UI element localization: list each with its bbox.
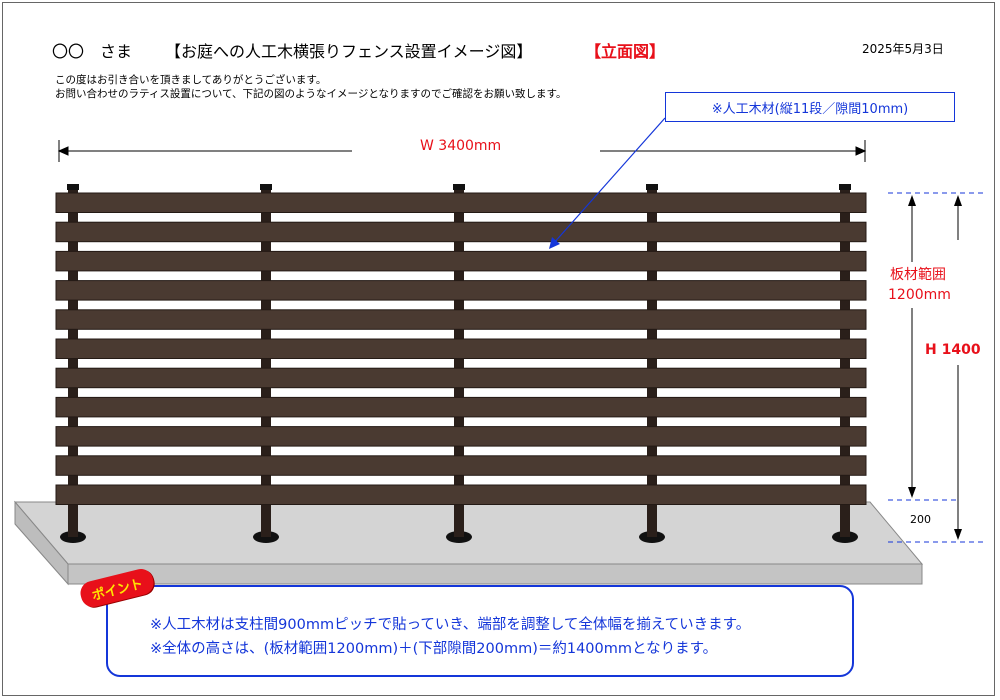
- width-label: W 3400mm: [420, 138, 502, 154]
- concrete-slab-front: [67, 563, 923, 585]
- material-note: ※人工木材(縦11段／隙間10mm): [711, 101, 909, 117]
- fence-board: [55, 396, 867, 418]
- point-line-1: ※人工木材は支柱間900mmピッチで貼っていき、端部を調整して全体幅を揃えていき…: [150, 617, 751, 633]
- post-cap: [67, 184, 79, 190]
- board-range-title: 板材範囲: [890, 267, 946, 283]
- date-label: 2025年5月3日: [862, 42, 944, 56]
- point-line-2: ※全体の高さは、(板材範囲1200mm)＋(下部隙間200mm)＝約1400mm…: [150, 641, 718, 657]
- post-cap: [453, 184, 465, 190]
- fence-board: [55, 455, 867, 476]
- post-cap: [260, 184, 272, 190]
- page-title: 【お庭への人工木横張りフェンス設置イメージ図】: [165, 42, 533, 61]
- fence-boards: [55, 192, 867, 505]
- material-note-box: ※人工木材(縦11段／隙間10mm): [665, 92, 955, 122]
- fence-board: [55, 280, 867, 301]
- fence-board: [55, 426, 867, 447]
- post-cap: [839, 184, 851, 190]
- fence-board: [55, 309, 867, 330]
- fence-board: [55, 367, 867, 389]
- fence-board: [55, 221, 867, 243]
- fence-board: [55, 338, 867, 359]
- fence-board: [55, 250, 867, 272]
- fence-board: [55, 484, 867, 505]
- view-label: 【立面図】: [585, 42, 666, 61]
- post-cap: [646, 184, 658, 190]
- customer-name: 〇〇 さま: [52, 42, 133, 61]
- board-range-value: 1200mm: [888, 287, 951, 303]
- fence-board: [55, 192, 867, 213]
- board-range-label: 板材範囲 1200mm: [888, 265, 951, 305]
- height-label: H 1400: [925, 342, 981, 358]
- intro-line-2: お問い合わせのラティス設置について、下記の図のようなイメージとなりますのでご確認…: [55, 88, 567, 100]
- bottom-gap-label: 200: [910, 513, 931, 526]
- height-dimension: [888, 192, 985, 543]
- point-note-box: ※人工木材は支柱間900mmピッチで貼っていき、端部を調整して全体幅を揃えていき…: [106, 585, 854, 677]
- intro-line-1: この度はお引き合いを頂きましてありがとうございます。: [55, 74, 327, 86]
